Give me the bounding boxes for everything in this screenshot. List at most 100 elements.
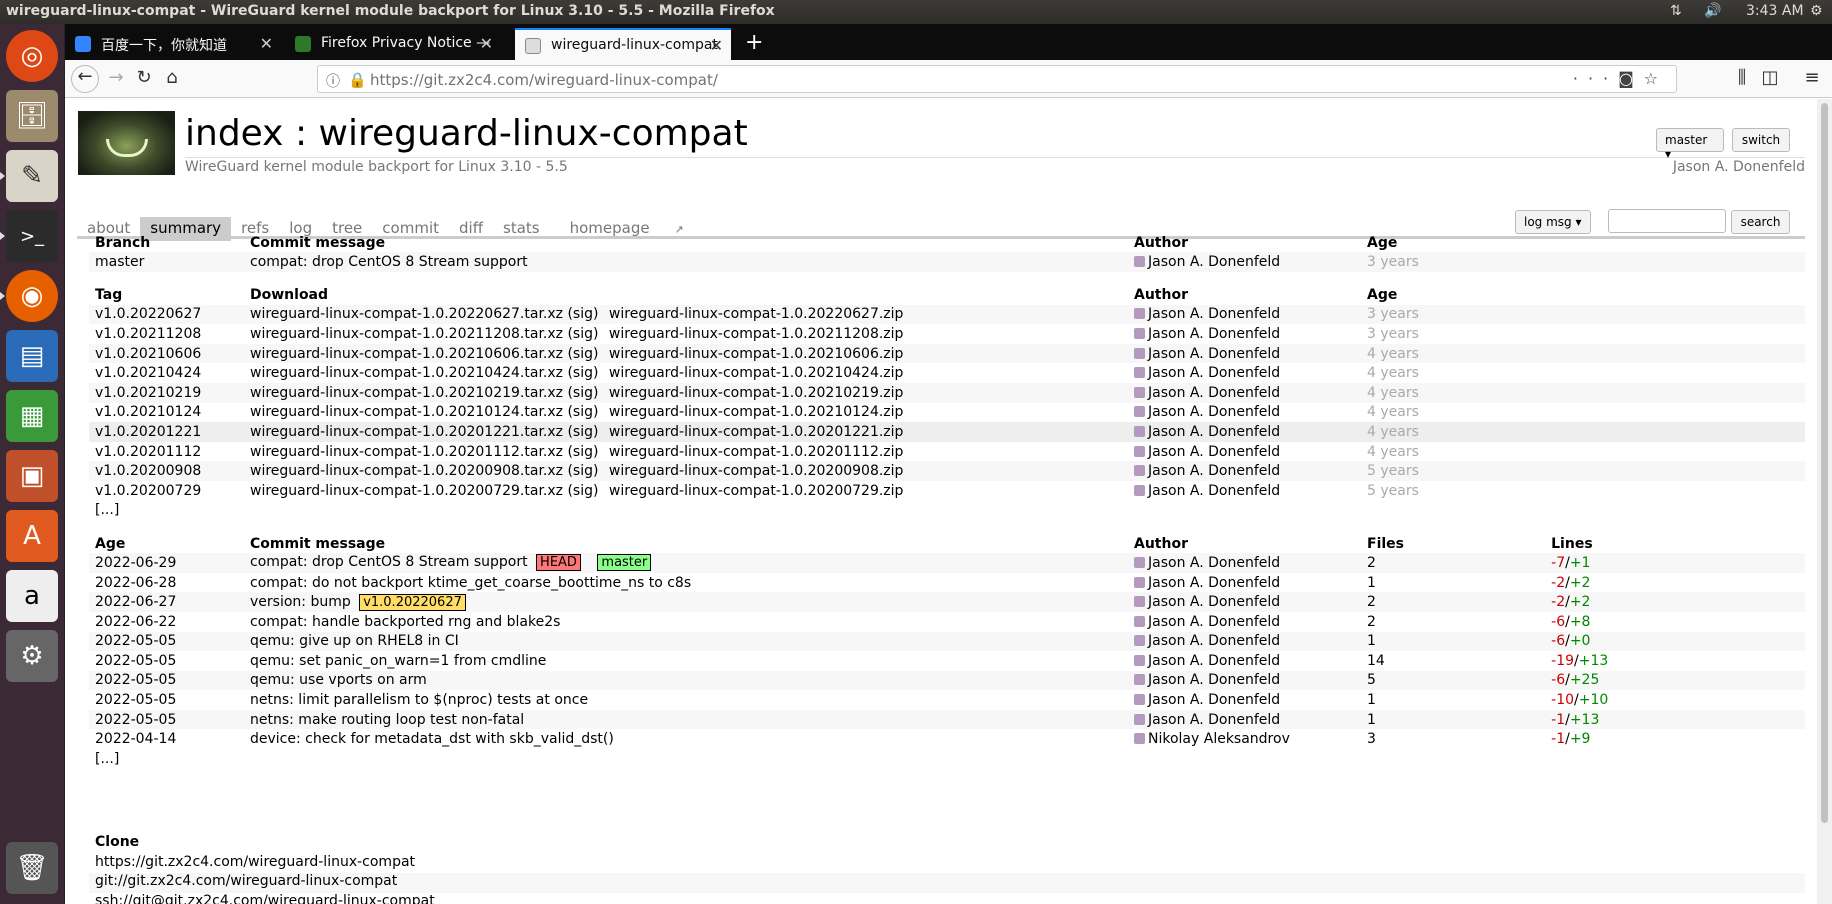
- signature-link[interactable]: (sig): [567, 483, 598, 499]
- more-tags-link[interactable]: [...]: [89, 501, 244, 521]
- zip-link[interactable]: wireguard-linux-compat-1.0.20210124.zip: [609, 404, 904, 420]
- trash-icon[interactable]: 🗑: [6, 842, 58, 894]
- decoration-head[interactable]: HEAD: [536, 554, 581, 572]
- decoration-branch[interactable]: master: [597, 554, 652, 572]
- sidebar-icon[interactable]: ◫: [1757, 67, 1783, 91]
- tarball-link[interactable]: wireguard-linux-compat-1.0.20220627.tar.…: [250, 306, 563, 322]
- tarball-link[interactable]: wireguard-linux-compat-1.0.20211208.tar.…: [250, 326, 563, 342]
- commit-message-link[interactable]: qemu: use vports on arm: [250, 672, 427, 688]
- bookmark-star-icon[interactable]: ☆: [1644, 69, 1668, 88]
- tarball-link[interactable]: wireguard-linux-compat-1.0.20210606.tar.…: [250, 346, 563, 362]
- library-icon[interactable]: ⫼: [1729, 67, 1755, 91]
- volume-icon[interactable]: 🔊: [1704, 3, 1721, 19]
- calc-icon[interactable]: ▦: [6, 390, 58, 442]
- signature-link[interactable]: (sig): [567, 326, 598, 342]
- lock-icon[interactable]: 🔒: [348, 71, 367, 89]
- tag-link[interactable]: v1.0.20201221: [89, 422, 244, 442]
- search-type-select[interactable]: log msg ▾: [1515, 210, 1591, 234]
- pocket-icon[interactable]: ◙: [1618, 69, 1644, 88]
- branch-link[interactable]: master: [89, 252, 244, 272]
- menu-icon[interactable]: ≡: [1799, 67, 1825, 91]
- close-tab-icon[interactable]: ✕: [480, 34, 493, 53]
- zip-link[interactable]: wireguard-linux-compat-1.0.20220627.zip: [609, 306, 904, 322]
- close-tab-icon[interactable]: ✕: [710, 36, 723, 55]
- cgit-logo[interactable]: [78, 111, 175, 175]
- tarball-link[interactable]: wireguard-linux-compat-1.0.20210219.tar.…: [250, 385, 563, 401]
- search-button[interactable]: search: [1731, 210, 1790, 234]
- network-icon[interactable]: ⇅: [1670, 3, 1682, 19]
- signature-link[interactable]: (sig): [567, 404, 598, 420]
- commit-message-link[interactable]: device: check for metadata_dst with skb_…: [250, 731, 614, 747]
- zip-link[interactable]: wireguard-linux-compat-1.0.20210424.zip: [609, 365, 904, 381]
- page-actions-icon[interactable]: ···: [1573, 69, 1618, 88]
- signature-link[interactable]: (sig): [567, 385, 598, 401]
- tab-privacy[interactable]: Firefox Privacy Notice — ✕: [285, 28, 501, 60]
- text-editor-icon[interactable]: ✎: [0, 150, 58, 202]
- tag-link[interactable]: v1.0.20200729: [89, 481, 244, 501]
- commit-message-link[interactable]: netns: make routing loop test non-fatal: [250, 712, 524, 728]
- zip-link[interactable]: wireguard-linux-compat-1.0.20201221.zip: [609, 424, 904, 440]
- clone-url[interactable]: ssh://git@git.zx2c4.com/wireguard-linux-…: [89, 893, 1805, 904]
- index-link[interactable]: index: [185, 113, 284, 154]
- tarball-link[interactable]: wireguard-linux-compat-1.0.20210424.tar.…: [250, 365, 563, 381]
- tag-link[interactable]: v1.0.20201112: [89, 442, 244, 462]
- forward-icon[interactable]: →: [103, 67, 129, 91]
- tag-link[interactable]: v1.0.20200908: [89, 461, 244, 481]
- signature-link[interactable]: (sig): [567, 424, 598, 440]
- search-input[interactable]: [1608, 209, 1726, 233]
- zip-link[interactable]: wireguard-linux-compat-1.0.20211208.zip: [609, 326, 904, 342]
- software-center-icon[interactable]: A: [6, 510, 58, 562]
- commit-message-link[interactable]: qemu: set panic_on_warn=1 from cmdline: [250, 653, 546, 669]
- tag-link[interactable]: v1.0.20210124: [89, 403, 244, 423]
- tarball-link[interactable]: wireguard-linux-compat-1.0.20200908.tar.…: [250, 463, 563, 479]
- tag-link[interactable]: v1.0.20210424: [89, 363, 244, 383]
- tarball-link[interactable]: wireguard-linux-compat-1.0.20201221.tar.…: [250, 424, 563, 440]
- tag-link[interactable]: v1.0.20220627: [89, 304, 244, 325]
- commit-message-link[interactable]: compat: drop CentOS 8 Stream support: [244, 252, 1128, 272]
- zip-link[interactable]: wireguard-linux-compat-1.0.20200729.zip: [609, 483, 904, 499]
- clone-url[interactable]: https://git.zx2c4.com/wireguard-linux-co…: [89, 854, 1805, 874]
- branch-select[interactable]: master ▾: [1656, 128, 1724, 161]
- signature-link[interactable]: (sig): [567, 346, 598, 362]
- clone-url[interactable]: git://git.zx2c4.com/wireguard-linux-comp…: [89, 873, 1805, 893]
- terminal-icon[interactable]: >_: [0, 210, 58, 262]
- tag-link[interactable]: v1.0.20211208: [89, 324, 244, 344]
- tab-wireguard[interactable]: wireguard-linux-compat ✕: [515, 28, 731, 60]
- new-tab-icon[interactable]: +: [745, 30, 763, 55]
- signature-link[interactable]: (sig): [567, 365, 598, 381]
- tarball-link[interactable]: wireguard-linux-compat-1.0.20200729.tar.…: [250, 483, 563, 499]
- settings-icon[interactable]: ⚙: [6, 630, 58, 682]
- ubuntu-dash-icon[interactable]: ◎: [6, 30, 58, 82]
- decoration-tag[interactable]: v1.0.20220627: [359, 593, 466, 611]
- commit-message-link[interactable]: compat: drop CentOS 8 Stream support: [250, 554, 528, 570]
- commit-message-link[interactable]: qemu: give up on RHEL8 in CI: [250, 633, 459, 649]
- zip-link[interactable]: wireguard-linux-compat-1.0.20210606.zip: [609, 346, 904, 362]
- commit-message-link[interactable]: compat: do not backport ktime_get_coarse…: [250, 575, 691, 591]
- zip-link[interactable]: wireguard-linux-compat-1.0.20200908.zip: [609, 463, 904, 479]
- commit-message-link[interactable]: netns: limit parallelism to $(nproc) tes…: [250, 692, 588, 708]
- firefox-icon[interactable]: ◉: [0, 270, 58, 322]
- home-icon[interactable]: ⌂: [159, 67, 185, 91]
- commit-message-link[interactable]: version: bump: [250, 594, 351, 610]
- tarball-link[interactable]: wireguard-linux-compat-1.0.20210124.tar.…: [250, 404, 563, 420]
- info-icon[interactable]: ⓘ: [326, 71, 340, 91]
- tag-link[interactable]: v1.0.20210606: [89, 343, 244, 364]
- tarball-link[interactable]: wireguard-linux-compat-1.0.20201112.tar.…: [250, 444, 563, 460]
- signature-link[interactable]: (sig): [567, 463, 598, 479]
- tag-link[interactable]: v1.0.20210219: [89, 382, 244, 403]
- gear-icon[interactable]: ⚙: [1810, 3, 1823, 19]
- scrollbar[interactable]: [1817, 99, 1832, 904]
- back-icon[interactable]: ←: [71, 65, 99, 93]
- files-icon[interactable]: 🗄: [6, 90, 58, 142]
- repo-name-link[interactable]: wireguard-linux-compat: [319, 113, 748, 154]
- scrollbar-thumb[interactable]: [1821, 103, 1828, 823]
- close-tab-icon[interactable]: ✕: [260, 34, 273, 53]
- url-bar[interactable]: ⓘ 🔒 https://git.zx2c4.com/wireguard-linu…: [317, 65, 1677, 93]
- clock[interactable]: 3:43 AM: [1746, 3, 1804, 19]
- writer-icon[interactable]: ▤: [6, 330, 58, 382]
- reload-icon[interactable]: ↻: [131, 67, 157, 91]
- zip-link[interactable]: wireguard-linux-compat-1.0.20210219.zip: [609, 385, 904, 401]
- zip-link[interactable]: wireguard-linux-compat-1.0.20201112.zip: [609, 444, 904, 460]
- more-commits-link[interactable]: [...]: [89, 749, 244, 769]
- commit-message-link[interactable]: compat: handle backported rng and blake2…: [250, 614, 560, 630]
